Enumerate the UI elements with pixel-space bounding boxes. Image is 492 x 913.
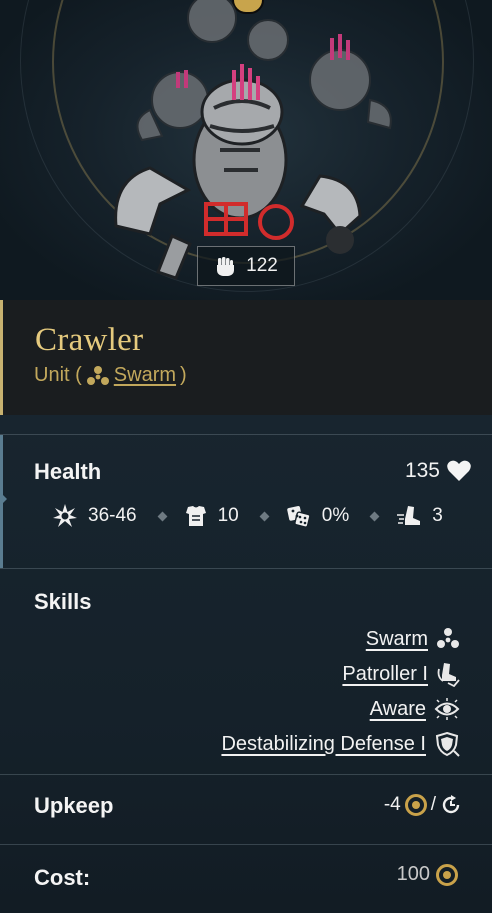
skills-list: Swarm Patroller I Aware Destabilizing De… (221, 626, 460, 757)
unit-tooltip-panel: 122 Crawler Unit ( Swarm ) Health 135 36… (0, 0, 492, 913)
chance-stat[interactable]: 0% (286, 503, 349, 529)
combat-stats-row: 36-46 10 0% 3 (52, 503, 443, 529)
stat-separator (157, 511, 168, 521)
armor-stat[interactable]: 10 (184, 504, 239, 528)
chance-value: 0% (321, 505, 350, 526)
movement-boot-icon (397, 506, 421, 525)
movement-stat[interactable]: 3 (396, 504, 443, 528)
unit-type-prefix: Unit ( (34, 364, 82, 386)
swarm-faction-icon (86, 365, 109, 385)
fist-icon (217, 257, 235, 276)
health-value-group: 135 (405, 459, 472, 483)
gold-coin-icon (436, 863, 458, 886)
skill-swarm[interactable]: Swarm (366, 626, 460, 652)
turn-clock-icon (442, 795, 460, 814)
skill-label[interactable]: Aware (370, 698, 426, 721)
skill-label[interactable]: Destabilizing Defense I (221, 733, 426, 756)
upkeep-slash: / (430, 794, 436, 815)
health-value: 135 (404, 459, 440, 482)
divider (0, 434, 492, 435)
heart-icon (447, 460, 471, 481)
skill-destabilizing-defense[interactable]: Destabilizing Defense I (221, 731, 460, 757)
patroller-icon (437, 663, 460, 687)
unit-stats: Health 135 36-46 10 0% 3 Skills Swarm Pa… (0, 415, 492, 913)
unit-type-suffix: ) (180, 364, 187, 386)
damage-stat[interactable]: 36-46 (52, 503, 137, 529)
unit-header: Crawler Unit ( Swarm ) (0, 300, 492, 415)
divider (0, 774, 492, 775)
skill-aware[interactable]: Aware (370, 696, 460, 722)
divider (0, 844, 492, 845)
faction-link[interactable]: Swarm (114, 364, 176, 387)
shield-icon (435, 731, 460, 757)
power-badge: 122 (197, 246, 295, 286)
stat-separator (259, 511, 270, 521)
swarm-icon (437, 628, 459, 648)
damage-value: 36-46 (88, 505, 137, 526)
dice-icon (287, 506, 311, 528)
skill-label[interactable]: Swarm (366, 628, 428, 651)
stat-separator (369, 511, 380, 521)
cost-value: 100 (396, 863, 430, 885)
cost-value-group: 100 (397, 863, 458, 886)
eye-icon (434, 698, 460, 720)
power-value: 122 (246, 255, 278, 276)
skill-patroller[interactable]: Patroller I (342, 661, 460, 687)
damage-burst-icon (53, 504, 77, 527)
gold-coin-icon (404, 794, 427, 816)
upkeep-title: Upkeep (34, 793, 114, 818)
upkeep-value-group: -4 / (384, 794, 462, 816)
divider (0, 568, 492, 569)
armor-icon (185, 506, 206, 526)
movement-value: 3 (432, 505, 443, 526)
unit-name: Crawler (35, 322, 144, 358)
skill-label[interactable]: Patroller I (342, 663, 428, 686)
health-highlight (0, 435, 7, 568)
cost-title: Cost: (34, 865, 91, 890)
health-title: Health (34, 459, 102, 484)
unit-portrait: 122 (0, 0, 492, 300)
armor-value: 10 (217, 505, 239, 526)
skills-title: Skills (34, 589, 92, 614)
upkeep-value: -4 (383, 794, 401, 815)
unit-type-line: Unit ( Swarm ) (34, 364, 187, 387)
